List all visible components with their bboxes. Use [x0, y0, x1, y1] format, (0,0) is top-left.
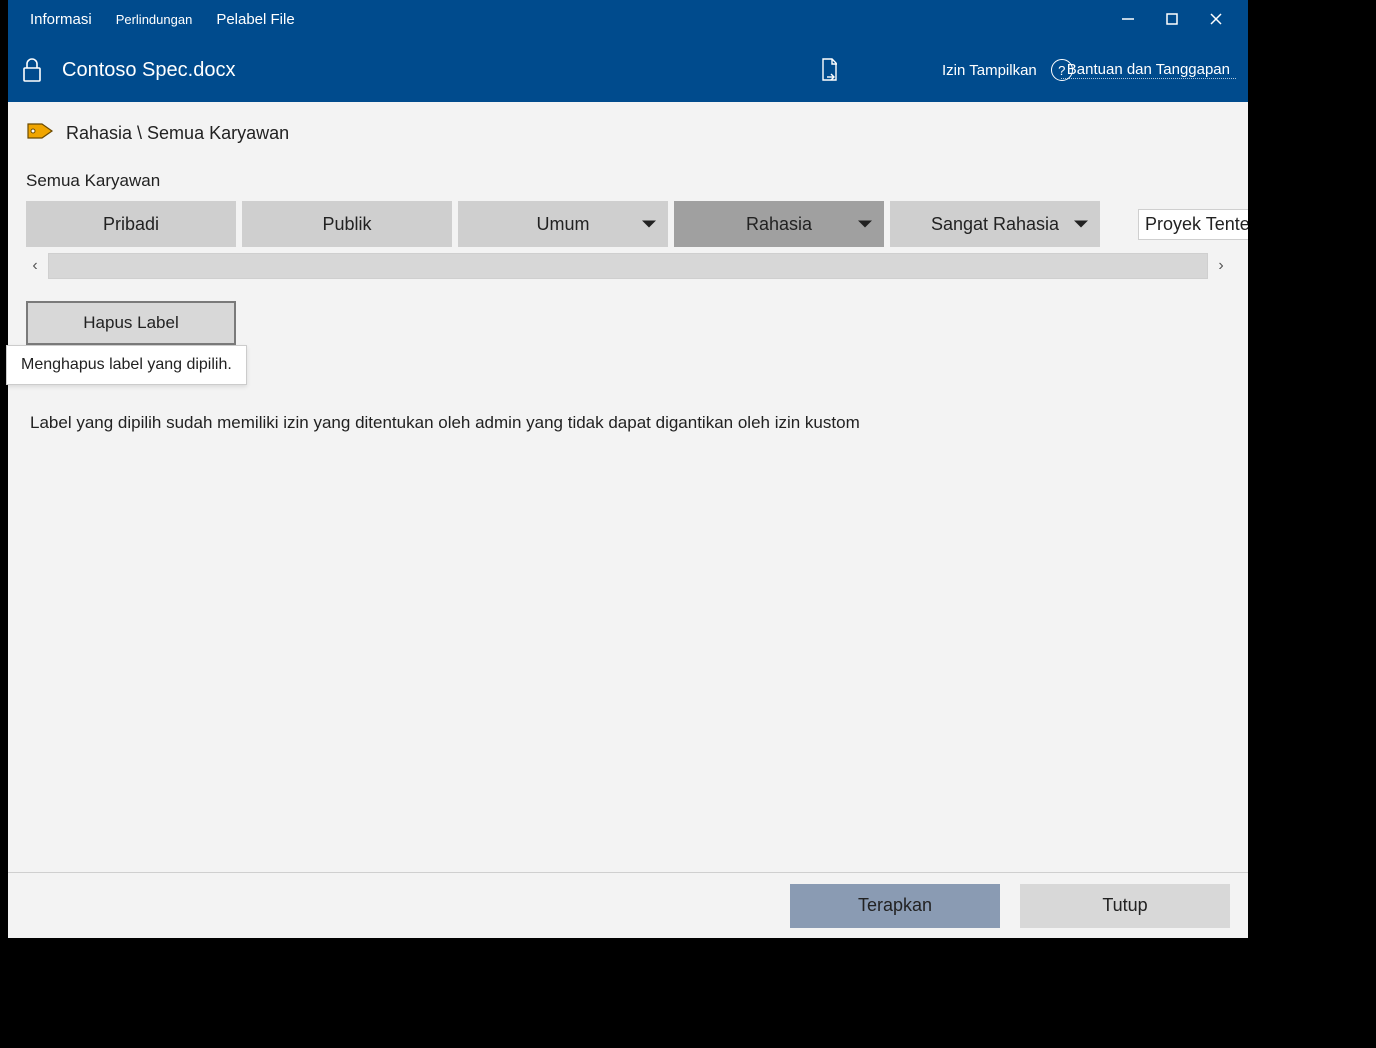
view-permissions-link[interactable]: Izin Tampilkan [936, 62, 1043, 79]
label-scroller: ‹ › [8, 247, 1248, 279]
menu-perlindungan[interactable]: Perlindungan [104, 12, 205, 27]
scroll-right-button[interactable]: › [1212, 253, 1230, 279]
window-maximize-button[interactable] [1150, 3, 1194, 35]
chevron-down-icon [642, 221, 656, 228]
delete-label-tooltip: Menghapus label yang dipilih. [6, 345, 247, 385]
label-option-rahasia[interactable]: Rahasia [674, 201, 884, 247]
tag-icon [26, 120, 54, 147]
delete-label-button[interactable]: Hapus Label [26, 301, 236, 345]
footer: Terapkan Tutup [8, 872, 1248, 938]
document-export-icon[interactable] [818, 57, 840, 83]
apply-button[interactable]: Terapkan [790, 884, 1000, 928]
label-option-pribadi[interactable]: Pribadi [26, 201, 236, 247]
label-option-publik[interactable]: Publik [242, 201, 452, 247]
chevron-down-icon [1074, 221, 1088, 228]
sublabel-text: Semua Karyawan [8, 147, 1248, 201]
scroll-left-button[interactable]: ‹ [26, 253, 44, 279]
close-button[interactable]: Tutup [1020, 884, 1230, 928]
file-name: Contoso Spec.docx [62, 59, 235, 82]
menu-informasi[interactable]: Informasi [18, 11, 104, 28]
content-area: Rahasia \ Semua Karyawan Semua Karyawan … [8, 102, 1248, 872]
window-close-button[interactable] [1194, 3, 1238, 35]
label-bar: PribadiPublikUmumRahasiaSangat RahasiaPr… [8, 201, 1248, 247]
menu-pelabel-file[interactable]: Pelabel File [204, 11, 306, 28]
chevron-down-icon [858, 221, 872, 228]
label-option-proyek-tented[interactable]: Proyek Tented [1106, 201, 1248, 247]
help-feedback-link[interactable]: Bantuan dan Tanggapan [1061, 61, 1236, 79]
window-minimize-button[interactable] [1106, 3, 1150, 35]
breadcrumb: Rahasia \ Semua Karyawan [8, 120, 1248, 147]
app-window: Informasi Perlindungan Pelabel File Cont… [8, 0, 1248, 938]
lock-icon [20, 56, 44, 84]
menubar: Informasi Perlindungan Pelabel File [8, 0, 1248, 38]
label-option-umum[interactable]: Umum [458, 201, 668, 247]
scroll-track[interactable] [48, 253, 1208, 279]
label-option-sangat-rahasia[interactable]: Sangat Rahasia [890, 201, 1100, 247]
breadcrumb-text: Rahasia \ Semua Karyawan [66, 123, 289, 144]
titlebar: Contoso Spec.docx Izin Tampilkan ? Bantu… [8, 38, 1248, 102]
